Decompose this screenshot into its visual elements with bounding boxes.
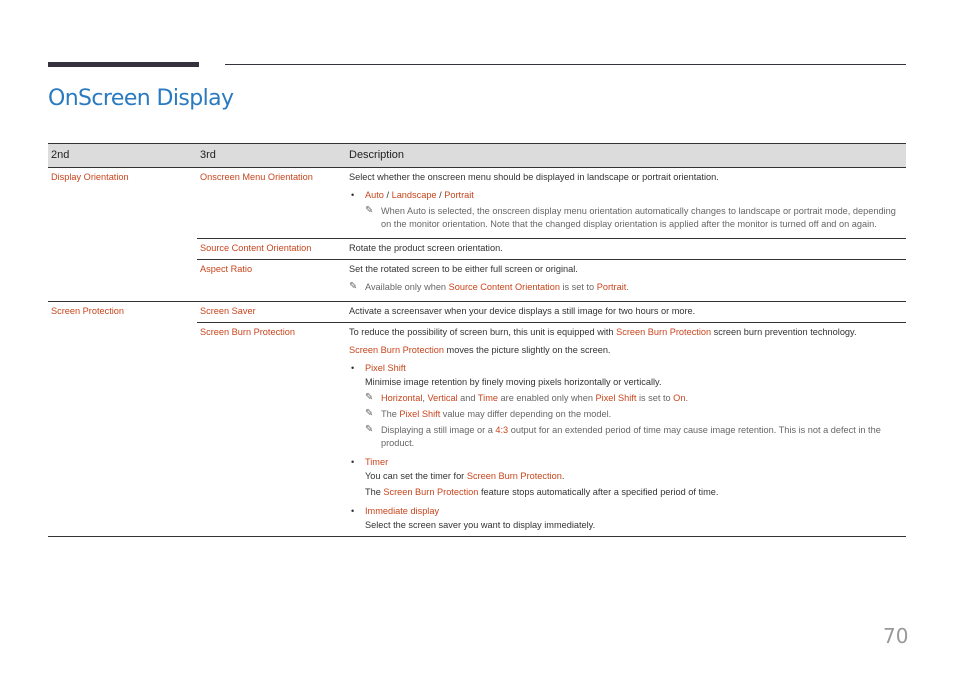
- menu-display-orientation[interactable]: Display Orientation: [48, 167, 197, 302]
- note-text: Available only when: [365, 282, 449, 292]
- description-text: Screen Burn Protection moves the picture…: [349, 344, 903, 357]
- note: ✎ The Pixel Shift value may differ depen…: [349, 408, 903, 421]
- text: screen burn prevention technology.: [711, 327, 857, 337]
- bullet-timer: Timer: [349, 456, 903, 469]
- text: moves the picture slightly on the screen…: [444, 345, 611, 355]
- description-text: Activate a screensaver when your device …: [346, 301, 906, 323]
- note-text: is set to: [559, 282, 597, 292]
- bullet-immediate-display: Immediate display: [349, 505, 903, 518]
- note-text: When Auto is selected, the onscreen disp…: [381, 206, 896, 229]
- note: ✎ Displaying a still image or a 4:3 outp…: [349, 424, 903, 450]
- pencil-icon: ✎: [365, 205, 374, 216]
- text: The: [365, 487, 384, 497]
- note-highlight: Portrait: [596, 282, 627, 292]
- description-text: To reduce the possibility of screen burn…: [349, 326, 903, 339]
- text: You can set the timer for: [365, 471, 467, 481]
- text: To reduce the possibility of screen burn…: [349, 327, 617, 337]
- highlight: Time: [477, 393, 498, 403]
- option-timer: Timer: [365, 457, 389, 467]
- timer-description: The Screen Burn Protection feature stops…: [349, 486, 903, 499]
- highlight: Screen Burn Protection: [383, 487, 479, 497]
- highlight: Horizontal: [381, 393, 423, 403]
- header-2nd: 2nd: [48, 143, 197, 168]
- note-text: .: [626, 282, 629, 292]
- menu-onscreen-menu-orientation[interactable]: Onscreen Menu Orientation: [197, 167, 346, 239]
- table-header-row: 2nd 3rd Description: [48, 143, 906, 168]
- menu-aspect-ratio[interactable]: Aspect Ratio: [197, 259, 346, 302]
- pixel-shift-description: Minimise image retention by finely movin…: [365, 377, 662, 387]
- text: is set to: [636, 393, 674, 403]
- menu-screen-protection[interactable]: Screen Protection: [48, 301, 197, 537]
- highlight: 4:3: [495, 425, 509, 435]
- highlight: Pixel Shift: [595, 393, 637, 403]
- immediate-display-description: Select the screen saver you want to disp…: [365, 520, 596, 530]
- header-bar-thick: [48, 62, 199, 67]
- text: .: [561, 471, 565, 481]
- note: ✎ Horizontal, Vertical and Time are enab…: [349, 392, 903, 405]
- note-highlight: Source Content Orientation: [448, 282, 560, 292]
- table-row: Screen Protection Screen Saver Activate …: [48, 301, 906, 537]
- bullet-pixel-shift: Pixel Shift: [349, 362, 903, 375]
- table-row: Display Orientation Onscreen Menu Orient…: [48, 167, 906, 302]
- pencil-icon: ✎: [365, 408, 374, 419]
- options-list-item: Auto / Landscape / Portrait: [349, 189, 903, 202]
- text: Displaying a still image or a: [381, 425, 496, 435]
- option-immediate-display: Immediate display: [365, 506, 440, 516]
- note: ✎ When Auto is selected, the onscreen di…: [349, 205, 903, 231]
- settings-table: 2nd 3rd Description Display Orientation …: [48, 143, 906, 537]
- highlight: Screen Burn Protection: [616, 327, 712, 337]
- option-auto: Auto: [365, 190, 384, 200]
- highlight: On: [673, 393, 686, 403]
- text: are enabled only when: [497, 393, 596, 403]
- note: ✎ Available only when Source Content Ori…: [349, 281, 903, 294]
- highlight: Screen Burn Protection: [349, 345, 444, 355]
- highlight: Vertical: [427, 393, 458, 403]
- menu-source-content-orientation[interactable]: Source Content Orientation: [197, 238, 346, 260]
- page-title: OnScreen Display: [48, 86, 234, 111]
- text: and: [457, 393, 478, 403]
- option-landscape: Landscape: [391, 190, 437, 200]
- page-number: 70: [883, 624, 909, 648]
- pencil-icon: ✎: [349, 281, 358, 292]
- header-bar-thin: [225, 64, 906, 65]
- text: feature stops automatically after a spec…: [478, 487, 719, 497]
- pencil-icon: ✎: [365, 392, 374, 403]
- description-cell: Select whether the onscreen menu should …: [346, 167, 906, 239]
- menu-screen-saver[interactable]: Screen Saver: [197, 301, 346, 323]
- highlight: Screen Burn Protection: [466, 471, 562, 481]
- timer-description: You can set the timer for Screen Burn Pr…: [349, 470, 903, 483]
- text: The: [381, 409, 400, 419]
- menu-screen-burn-protection[interactable]: Screen Burn Protection: [197, 322, 346, 537]
- text: .: [685, 393, 688, 403]
- option-portrait: Portrait: [444, 190, 474, 200]
- description-text: Rotate the product screen orientation.: [346, 238, 906, 260]
- description-text: Select whether the onscreen menu should …: [349, 172, 719, 182]
- description-cell: Set the rotated screen to be either full…: [346, 259, 906, 302]
- description-cell: To reduce the possibility of screen burn…: [346, 322, 906, 537]
- description-text: Set the rotated screen to be either full…: [349, 264, 578, 274]
- header-description: Description: [346, 143, 906, 168]
- separator: /: [383, 190, 392, 200]
- header-3rd: 3rd: [197, 143, 346, 168]
- pencil-icon: ✎: [365, 424, 374, 435]
- text: value may differ depending on the model.: [440, 409, 612, 419]
- highlight: Pixel Shift: [399, 409, 441, 419]
- option-pixel-shift: Pixel Shift: [365, 363, 406, 373]
